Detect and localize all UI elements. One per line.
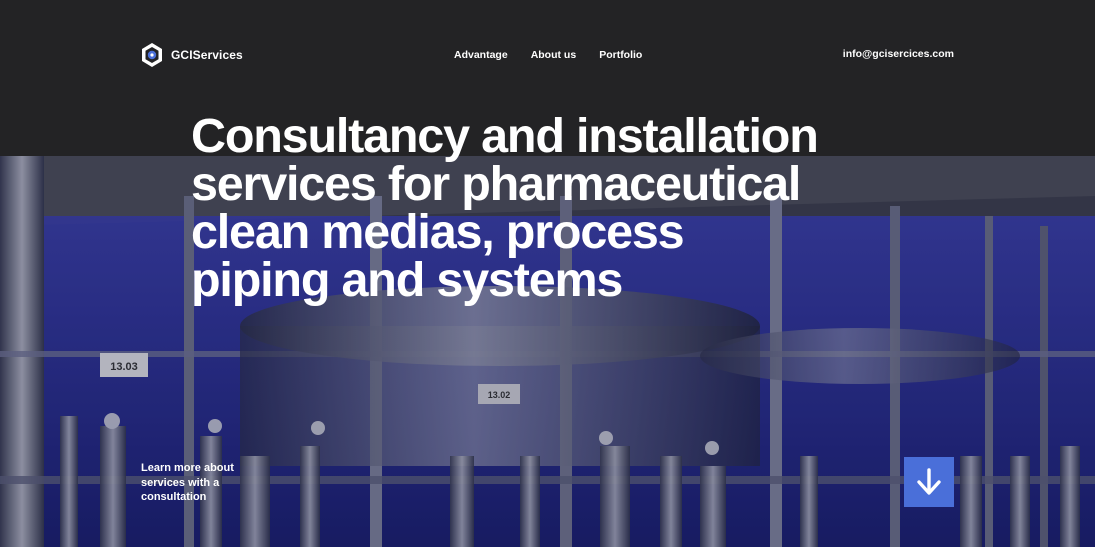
consultation-cta-link[interactable]: Learn more about services with a consult…	[141, 461, 261, 505]
cta-line: consultation	[141, 491, 207, 503]
headline-line: piping and systems	[191, 253, 623, 307]
nav-about-us[interactable]: About us	[531, 49, 577, 61]
hexagon-gear-icon	[142, 43, 162, 67]
brand-name: GCIServices	[171, 48, 243, 62]
arrow-down-icon	[917, 468, 941, 495]
scroll-down-button[interactable]	[904, 457, 954, 507]
nav-portfolio[interactable]: Portfolio	[599, 49, 642, 61]
headline-line: Consultancy and installation	[191, 109, 819, 163]
headline-line: clean medias, process	[191, 205, 685, 259]
brand-logo[interactable]: GCIServices	[140, 42, 243, 68]
nav-advantage[interactable]: Advantage	[454, 49, 508, 61]
cta-line: services with a	[141, 476, 220, 489]
main-nav: Advantage About us Portfolio	[454, 49, 642, 61]
headline-line: services for pharmaceutical	[191, 157, 801, 211]
contact-email-link[interactable]: info@gcisercices.com	[843, 48, 954, 60]
hero-headline: Consultancy and installation services fo…	[191, 109, 911, 307]
cta-line: Learn more about	[141, 462, 234, 474]
